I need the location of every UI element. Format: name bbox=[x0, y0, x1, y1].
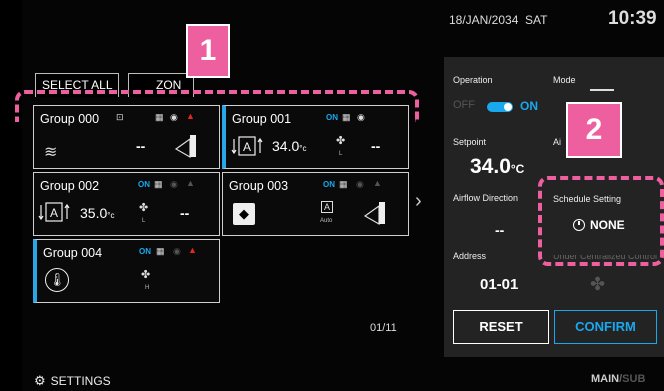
operation-label: Operation bbox=[453, 75, 493, 85]
schedule-setting-label: Schedule Setting bbox=[553, 194, 622, 204]
next-page-arrow[interactable]: › bbox=[415, 190, 422, 213]
grid-icon: ▦ bbox=[342, 112, 351, 122]
grid-icon: ▦ bbox=[156, 246, 165, 256]
group-name: Group 000 bbox=[40, 112, 100, 126]
confirm-button[interactable]: CONFIRM bbox=[554, 310, 657, 344]
address-label: Address bbox=[453, 251, 487, 261]
fan-speed-label: L bbox=[142, 218, 146, 224]
svg-text:A: A bbox=[243, 140, 251, 154]
airflow-direction-value[interactable]: -- bbox=[495, 222, 504, 238]
svg-text:A: A bbox=[50, 206, 58, 220]
sub-label: SUB bbox=[622, 373, 646, 385]
off-label[interactable]: OFF bbox=[453, 99, 475, 111]
clock-icon bbox=[573, 219, 585, 231]
group-temp: 34.0°c bbox=[272, 138, 307, 154]
alert-icon: ▲ bbox=[186, 178, 195, 188]
clock: 10:39 bbox=[608, 8, 657, 29]
fan-icon: ✤ bbox=[141, 269, 151, 281]
grid-icon: ▦ bbox=[155, 112, 164, 122]
page-indicator: 01/11 bbox=[370, 322, 397, 334]
callout-1: 1 bbox=[186, 24, 230, 78]
settings-button[interactable]: ⚙ SETTINGS bbox=[34, 373, 111, 389]
group-card-003[interactable]: Group 003 ON ▦ ◉ ▲ ◆ A Auto bbox=[222, 172, 409, 236]
group-dash: -- bbox=[180, 205, 190, 221]
auto-mode-icon: A bbox=[231, 135, 263, 162]
eye-icon: ◉ bbox=[173, 246, 181, 256]
dry-mode-icon: ≋ bbox=[44, 144, 58, 161]
status-on-badge: ON bbox=[323, 180, 335, 189]
filter-icon: ⊡ bbox=[116, 112, 124, 122]
dry-drop-icon: ◆ bbox=[233, 203, 255, 225]
power-toggle[interactable] bbox=[487, 102, 513, 112]
toggle-knob bbox=[504, 103, 512, 111]
alert-icon: ▲ bbox=[373, 178, 382, 188]
mode-indicator bbox=[590, 89, 614, 92]
eye-icon: ◉ bbox=[357, 112, 365, 122]
reset-button[interactable]: RESET bbox=[453, 310, 549, 344]
group-name: Group 001 bbox=[232, 112, 292, 126]
eye-icon: ◉ bbox=[170, 112, 178, 122]
setpoint-value[interactable]: 34.0°C bbox=[470, 155, 524, 179]
group-dash: -- bbox=[136, 138, 146, 154]
group-card-001[interactable]: Group 001 ON ▦ ◉ A 34.0°c ✤ L -- bbox=[222, 105, 409, 169]
group-temp: 35.0°c bbox=[80, 205, 115, 221]
alert-icon: ▲ bbox=[186, 111, 195, 121]
airflow-direction-label: Airflow Direction bbox=[453, 193, 519, 203]
on-label[interactable]: ON bbox=[520, 99, 538, 113]
group-card-000[interactable]: Group 000 ⊡ ▦ ◉ ▲ ≋ -- bbox=[33, 105, 220, 169]
fan-speed-label: H bbox=[145, 285, 150, 291]
group-card-002[interactable]: Group 002 ON ▦ ◉ ▲ A 35.0°c ✤ L -- bbox=[33, 172, 220, 236]
status-on-badge: ON bbox=[138, 180, 150, 189]
status-on-badge: ON bbox=[139, 247, 151, 256]
group-name: Group 002 bbox=[40, 179, 100, 193]
group-card-004[interactable]: Group 004 ON ▦ ◉ ▲ 🌡 ✤ H bbox=[33, 239, 220, 303]
eye-icon: ◉ bbox=[170, 179, 178, 189]
gear-icon: ⚙ bbox=[34, 373, 46, 388]
thermometer-icon: 🌡 bbox=[45, 268, 69, 292]
date-display: 18/JAN/2034 SAT bbox=[449, 13, 548, 27]
main-sub-switch[interactable]: MAIN/SUB bbox=[591, 373, 645, 385]
mode-label: Mode bbox=[553, 75, 576, 85]
auto-fan-icon: A bbox=[321, 201, 334, 213]
fan-icon: ✤ bbox=[336, 135, 346, 147]
louver-icon bbox=[174, 133, 196, 159]
main-label: MAIN bbox=[591, 373, 620, 385]
alert-icon: ▲ bbox=[188, 245, 197, 255]
fan-speed-label: Auto bbox=[320, 218, 333, 224]
eye-icon: ◉ bbox=[356, 179, 364, 189]
group-name: Group 003 bbox=[229, 179, 289, 193]
airflow-volume-label: Ai bbox=[553, 137, 562, 147]
fan-speed-label: L bbox=[339, 151, 343, 157]
schedule-setting-value[interactable]: NONE bbox=[573, 218, 625, 232]
fan-icon: ✤ bbox=[139, 202, 149, 214]
auto-mode-icon: A bbox=[38, 201, 70, 228]
group-name: Group 004 bbox=[43, 246, 103, 260]
setpoint-label: Setpoint bbox=[453, 137, 487, 147]
grid-icon: ▦ bbox=[154, 179, 163, 189]
grid-icon: ▦ bbox=[339, 179, 348, 189]
status-on-badge: ON bbox=[326, 113, 338, 122]
centralized-fan-icon: ✤ bbox=[590, 274, 606, 294]
address-value: 01-01 bbox=[480, 276, 519, 293]
louver-icon bbox=[363, 200, 387, 231]
callout-2: 2 bbox=[566, 102, 622, 158]
group-dash: -- bbox=[371, 138, 381, 154]
